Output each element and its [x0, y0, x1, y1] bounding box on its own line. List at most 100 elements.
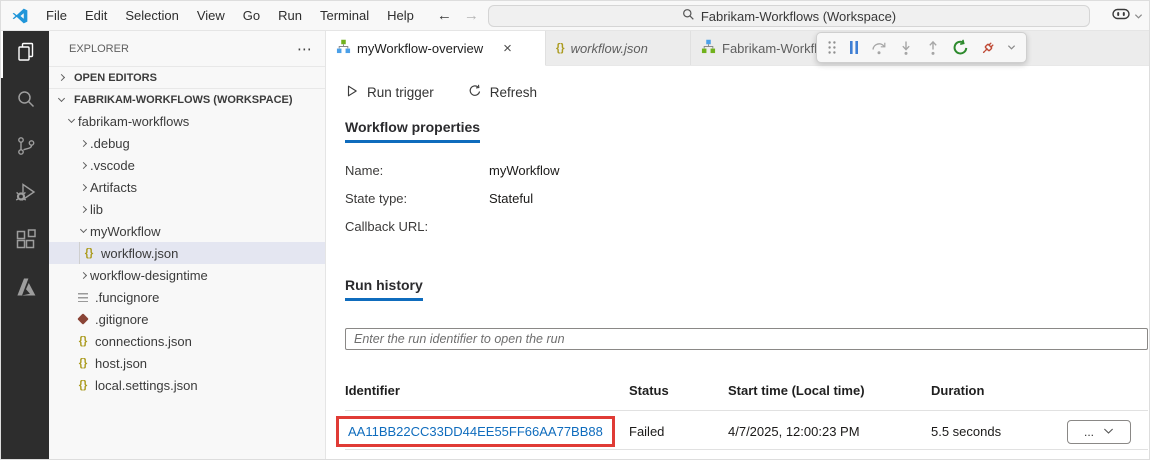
- step-into-icon[interactable]: [898, 40, 914, 56]
- refresh-button[interactable]: Refresh: [468, 84, 537, 101]
- column-header-identifier: Identifier: [345, 383, 629, 411]
- tree-item-label: myWorkflow: [90, 223, 161, 239]
- menu-view[interactable]: View: [188, 1, 234, 30]
- tree-item-label: workflow.json: [101, 245, 179, 261]
- source-control-icon: [14, 134, 38, 163]
- tree-item-workflow-designtime-folder[interactable]: workflow-designtime: [49, 264, 325, 286]
- menu-go[interactable]: Go: [234, 1, 269, 30]
- chevron-right-icon: [79, 139, 88, 147]
- tree-item-vscode-folder[interactable]: .vscode: [49, 154, 325, 176]
- tree-item-funcignore[interactable]: .funcignore: [49, 286, 325, 308]
- tree-item-debug-folder[interactable]: .debug: [49, 132, 325, 154]
- property-label: State type:: [345, 191, 408, 206]
- activity-run-debug[interactable]: [1, 172, 49, 219]
- braces-icon: {}: [84, 247, 94, 259]
- tree-item-fabrikam-workflows[interactable]: fabrikam-workflows: [49, 110, 325, 132]
- activity-extensions[interactable]: [1, 219, 49, 266]
- activity-explorer[interactable]: [1, 31, 49, 78]
- activity-source-control[interactable]: [1, 125, 49, 172]
- chevron-down-icon[interactable]: [1007, 43, 1016, 52]
- command-center-search[interactable]: Fabrikam-Workflows (Workspace): [488, 5, 1090, 27]
- chevron-right-icon: [79, 161, 88, 169]
- menu-run[interactable]: Run: [269, 1, 311, 30]
- section-label: OPEN EDITORS: [74, 71, 157, 84]
- pause-icon[interactable]: [848, 40, 860, 55]
- cell-start-time: 4/7/2025, 12:00:23 PM: [728, 411, 931, 450]
- tree-item-label: lib: [90, 201, 104, 217]
- forward-arrow-icon[interactable]: →: [464, 7, 479, 24]
- disconnect-icon[interactable]: [980, 40, 996, 56]
- column-header-status: Status: [629, 383, 728, 411]
- run-actions-button[interactable]: ...: [1067, 419, 1131, 444]
- property-label: Name:: [345, 163, 384, 178]
- step-over-icon[interactable]: [871, 40, 887, 56]
- tree-item-label: .funcignore: [95, 289, 160, 305]
- workflow-icon: [336, 39, 351, 57]
- drag-grip-icon[interactable]: [827, 40, 837, 55]
- property-row-callback-url: Callback URL:: [345, 219, 1147, 235]
- step-out-icon[interactable]: [925, 40, 941, 56]
- section-open-editors[interactable]: OPEN EDITORS: [49, 66, 325, 88]
- tab-myworkflow-overview[interactable]: myWorkflow-overview ×: [326, 31, 546, 66]
- more-actions-icon[interactable]: ⋯: [297, 40, 313, 58]
- close-icon[interactable]: ×: [503, 40, 512, 57]
- property-row-name: Name: myWorkflow: [345, 163, 1147, 179]
- run-identifier-link[interactable]: AA11BB22CC33DD44EE55FF66AA77BB88: [348, 424, 603, 439]
- menu-file[interactable]: File: [37, 1, 76, 30]
- property-label: Callback URL:: [345, 219, 429, 234]
- run-identifier-input[interactable]: [345, 328, 1148, 350]
- section-workspace[interactable]: FABRIKAM-WORKFLOWS (WORKSPACE): [49, 88, 325, 110]
- tree-item-myworkflow-folder[interactable]: myWorkflow: [49, 220, 325, 242]
- explorer-sidebar: EXPLORER ⋯ OPEN EDITORS FABRIKAM-WORKFLO…: [49, 31, 326, 459]
- back-arrow-icon[interactable]: ←: [437, 7, 452, 24]
- tree-item-label: workflow-designtime: [90, 267, 208, 283]
- list-icon: [75, 292, 91, 302]
- cell-status: Failed: [629, 411, 728, 450]
- tree-item-label: Artifacts: [90, 179, 137, 195]
- activity-bar: [1, 31, 49, 459]
- run-history-table: Identifier Status Start time (Local time…: [336, 383, 1148, 450]
- command-row: Run trigger Refresh: [345, 81, 1147, 103]
- column-header-actions: [1067, 383, 1148, 411]
- activity-azure[interactable]: [1, 266, 49, 313]
- run-history-heading: Run history: [345, 277, 423, 301]
- vscode-window: File Edit Selection View Go Run Terminal…: [0, 0, 1150, 460]
- run-trigger-button[interactable]: Run trigger: [345, 84, 434, 101]
- menu-selection[interactable]: Selection: [116, 1, 187, 30]
- tree-item-gitignore[interactable]: .gitignore: [49, 308, 325, 330]
- property-row-state-type: State type: Stateful: [345, 191, 1147, 207]
- chevron-right-icon: [79, 205, 88, 213]
- tab-workflow-json[interactable]: {} workflow.json: [546, 31, 691, 65]
- cell-duration: 5.5 seconds: [931, 411, 1067, 450]
- menu-help[interactable]: Help: [378, 1, 423, 30]
- tree-item-artifacts-folder[interactable]: Artifacts: [49, 176, 325, 198]
- tree-item-local-settings-json[interactable]: {} local.settings.json: [49, 374, 325, 396]
- menu-bar: File Edit Selection View Go Run Terminal…: [37, 1, 423, 30]
- chevron-down-icon: [79, 225, 88, 234]
- copilot-menu[interactable]: [1111, 4, 1143, 29]
- menu-edit[interactable]: Edit: [76, 1, 116, 30]
- workflow-properties-heading: Workflow properties: [345, 119, 481, 143]
- tree-item-label: local.settings.json: [95, 377, 198, 393]
- properties-list: Name: myWorkflow State type: Stateful Ca…: [345, 163, 1147, 235]
- chevron-right-icon: [79, 183, 88, 191]
- restart-icon[interactable]: [952, 39, 969, 56]
- chevron-down-icon: [1103, 425, 1114, 439]
- files-icon: [14, 40, 38, 69]
- activity-search[interactable]: [1, 78, 49, 125]
- tree-item-lib-folder[interactable]: lib: [49, 198, 325, 220]
- workflow-icon: [701, 39, 716, 57]
- braces-icon: {}: [78, 357, 88, 369]
- braces-icon: {}: [556, 42, 565, 54]
- vscode-logo-icon: [11, 7, 29, 25]
- tree-item-host-json[interactable]: {} host.json: [49, 352, 325, 374]
- titlebar: File Edit Selection View Go Run Terminal…: [1, 1, 1149, 31]
- chevron-down-icon: [67, 115, 76, 124]
- tree-item-workflow-json[interactable]: {} workflow.json: [49, 242, 325, 264]
- column-header-duration: Duration: [931, 383, 1067, 411]
- braces-icon: {}: [78, 379, 88, 391]
- tree-item-connections-json[interactable]: {} connections.json: [49, 330, 325, 352]
- tab-label: workflow.json: [570, 40, 648, 56]
- refresh-icon: [468, 84, 482, 101]
- menu-terminal[interactable]: Terminal: [311, 1, 378, 30]
